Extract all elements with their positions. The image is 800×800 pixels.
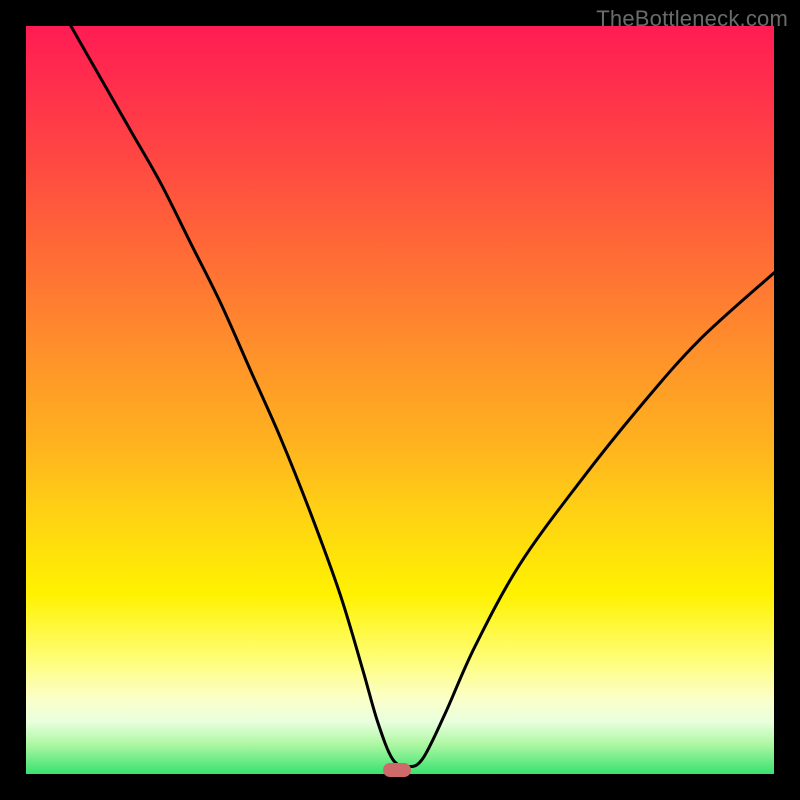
plot-area [26,26,774,774]
chart-frame: TheBottleneck.com [0,0,800,800]
bottleneck-curve [26,26,774,774]
optimal-point-marker [383,763,411,777]
curve-path [71,26,774,767]
